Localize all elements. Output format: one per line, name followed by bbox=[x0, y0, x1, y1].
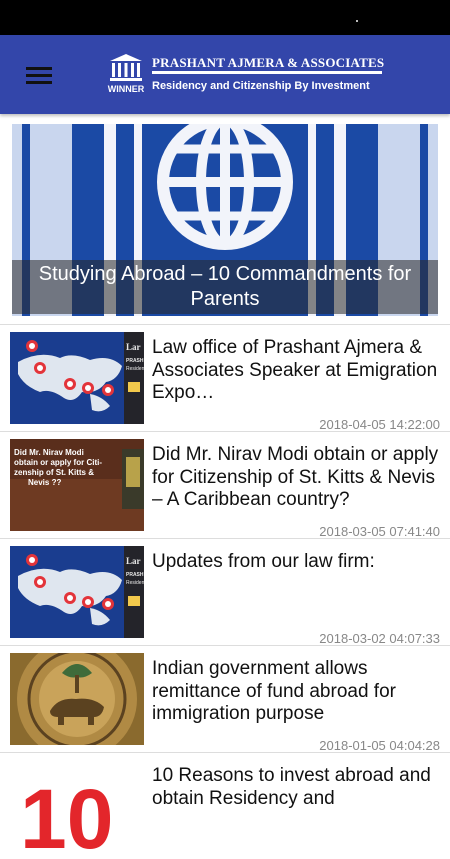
svg-text:zenship of St. Kitts &: zenship of St. Kitts & bbox=[14, 468, 94, 477]
logo-divider bbox=[152, 71, 382, 74]
article-title: Law office of Prashant Ajmera & Associat… bbox=[152, 337, 438, 403]
featured-article[interactable]: Studying Abroad – 10 Commandments for Pa… bbox=[12, 124, 438, 316]
logo-tagline: Residency and Citizenship By Investment bbox=[152, 80, 370, 92]
app-bar: WINNER PRASHANT AJMERA & ASSOCIATES Resi… bbox=[0, 35, 450, 114]
columns-icon bbox=[110, 54, 142, 81]
status-bar bbox=[0, 0, 450, 35]
svg-text:PRASH: PRASH bbox=[126, 358, 144, 364]
list-item[interactable]: Lar PRASH Residen Updates from our law f… bbox=[0, 538, 450, 646]
status-indicator bbox=[356, 20, 358, 22]
logo-company-name: PRASHANT AJMERA & ASSOCIATES bbox=[152, 55, 385, 70]
article-date: 2018-03-05 07:41:40 bbox=[319, 524, 440, 539]
app-logo: WINNER PRASHANT AJMERA & ASSOCIATES Resi… bbox=[104, 53, 386, 99]
thumb-ten-text: 10 bbox=[20, 772, 113, 852]
list-item[interactable]: Did Mr. Nirav Modi obtain or apply for C… bbox=[0, 431, 450, 539]
article-thumbnail: Did Mr. Nirav Modi obtain or apply for C… bbox=[10, 439, 144, 531]
logo-badge-text: WINNER bbox=[107, 84, 145, 94]
svg-text:Lar: Lar bbox=[126, 342, 141, 352]
list-item[interactable]: Indian government allows remittance of f… bbox=[0, 645, 450, 753]
svg-text:PRASH: PRASH bbox=[126, 572, 144, 578]
article-date: 2018-04-05 14:22:00 bbox=[319, 417, 440, 432]
list-item[interactable]: Lar PRASH Residen Law office of Prashant… bbox=[0, 324, 450, 432]
article-title: Indian government allows remittance of f… bbox=[152, 658, 396, 724]
svg-text:obtain or apply for Citi-: obtain or apply for Citi- bbox=[14, 458, 102, 467]
article-thumbnail bbox=[10, 653, 144, 745]
svg-text:Did Mr. Nirav Modi: Did Mr. Nirav Modi bbox=[14, 448, 84, 457]
article-date: 2018-03-02 04:07:33 bbox=[319, 631, 440, 646]
article-title: Did Mr. Nirav Modi obtain or apply for C… bbox=[152, 444, 439, 510]
article-date: 2018-01-05 04:04:28 bbox=[319, 738, 440, 753]
article-thumbnail: Lar PRASH Residen bbox=[10, 546, 144, 638]
svg-text:Lar: Lar bbox=[126, 556, 141, 566]
article-thumbnail: Lar PRASH Residen bbox=[10, 332, 144, 424]
svg-text:Nevis ??: Nevis ?? bbox=[28, 478, 61, 487]
svg-text:Residen: Residen bbox=[126, 580, 144, 586]
featured-article-title: Studying Abroad – 10 Commandments for Pa… bbox=[12, 260, 438, 314]
article-thumbnail: 10 bbox=[10, 760, 144, 852]
article-title: 10 Reasons to invest abroad and obtain R… bbox=[152, 765, 431, 809]
article-title: Updates from our law firm: bbox=[152, 551, 375, 572]
svg-text:Residen: Residen bbox=[126, 366, 144, 372]
list-item[interactable]: 10 10 Reasons to invest abroad and obtai… bbox=[0, 752, 450, 859]
menu-icon[interactable] bbox=[20, 61, 58, 89]
